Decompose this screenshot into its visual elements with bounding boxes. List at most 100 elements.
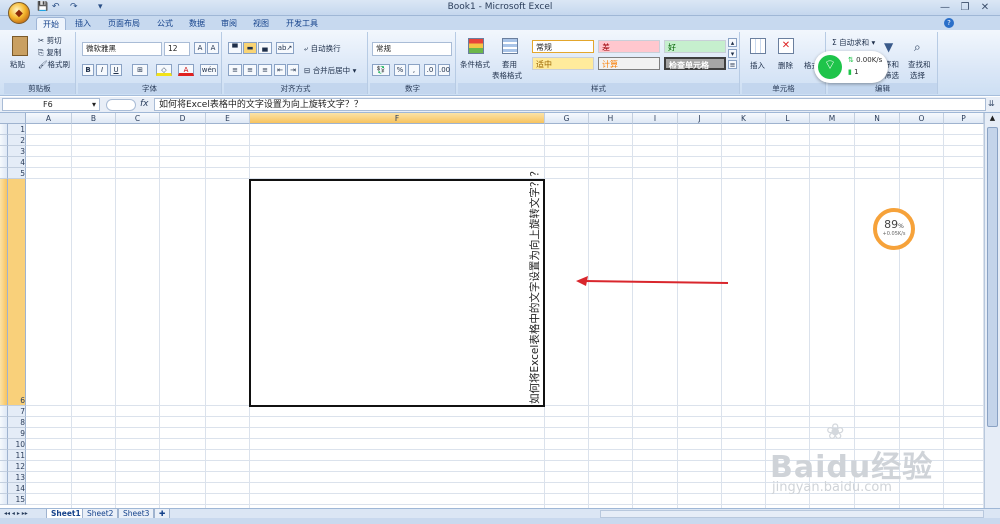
find-select-button[interactable]: 查找和: [908, 59, 931, 70]
restore-button[interactable]: ❐: [956, 1, 974, 14]
copy-button[interactable]: ⎘ 复制: [38, 47, 61, 58]
scroll-thumb[interactable]: [987, 127, 998, 427]
decrease-decimal-button[interactable]: .00: [438, 64, 450, 76]
row-header-10[interactable]: [0, 439, 8, 450]
style-calculation[interactable]: 计算: [598, 57, 660, 70]
network-speed-widget[interactable]: ⌔ ⇅ 0.00K/s ▮ 1: [814, 51, 888, 83]
office-button[interactable]: ◆: [8, 2, 30, 24]
column-header-a[interactable]: A: [26, 113, 72, 124]
align-left-button[interactable]: ≡: [228, 64, 242, 76]
column-header-p[interactable]: P: [944, 113, 984, 124]
tab-developer[interactable]: 开发工具: [282, 17, 322, 31]
format-painter-button[interactable]: 🖌格式刷: [38, 59, 70, 70]
style-bad[interactable]: 差: [598, 40, 660, 53]
font-color-button[interactable]: A: [178, 64, 194, 76]
column-header-e[interactable]: E: [206, 113, 250, 124]
row-header-1[interactable]: [0, 124, 8, 135]
style-good[interactable]: 好: [664, 40, 726, 53]
column-header-g[interactable]: G: [545, 113, 589, 124]
tab-view[interactable]: 视图: [248, 17, 274, 31]
table-format-button[interactable]: 套用: [502, 59, 517, 70]
expand-formula-icon[interactable]: ⇊: [988, 99, 998, 111]
table-format-icon[interactable]: [502, 38, 518, 54]
close-button[interactable]: ✕: [976, 1, 994, 14]
memory-gauge[interactable]: 89% +0.05K/s: [873, 208, 915, 250]
tab-data[interactable]: 数据: [184, 17, 210, 31]
row-header-11[interactable]: [0, 450, 8, 461]
phonetic-button[interactable]: wén: [200, 64, 218, 76]
decrease-indent-button[interactable]: ⇤: [274, 64, 286, 76]
row-header-12[interactable]: [0, 461, 8, 472]
scroll-up-arrow[interactable]: ▲: [986, 114, 999, 125]
border-button[interactable]: ⊞: [132, 64, 148, 76]
row-header-8[interactable]: [0, 417, 8, 428]
autosum-button[interactable]: Σ 自动求和 ▾: [832, 37, 875, 48]
tab-home[interactable]: 开始: [36, 17, 66, 31]
column-header-b[interactable]: B: [72, 113, 116, 124]
sort-filter-icon[interactable]: ▼: [884, 40, 898, 54]
align-center-button[interactable]: ≡: [243, 64, 257, 76]
column-header-i[interactable]: I: [633, 113, 678, 124]
bold-button[interactable]: B: [82, 64, 94, 76]
paste-button[interactable]: 粘贴: [10, 59, 25, 70]
increase-indent-button[interactable]: ⇥: [287, 64, 299, 76]
conditional-format-icon[interactable]: [468, 38, 484, 54]
tab-review[interactable]: 审阅: [216, 17, 242, 31]
row-header-5[interactable]: [0, 168, 8, 179]
delete-cells-icon[interactable]: ✕: [778, 38, 794, 54]
chevron-down-icon[interactable]: ▾: [92, 99, 96, 111]
column-header-m[interactable]: M: [810, 113, 855, 124]
style-check-cell[interactable]: 检查单元格: [664, 57, 726, 70]
row-header-15[interactable]: [0, 494, 8, 505]
column-header-d[interactable]: D: [160, 113, 206, 124]
tab-insert[interactable]: 插入: [70, 17, 96, 31]
row-header-9[interactable]: [0, 428, 8, 439]
table-format-button-2[interactable]: 表格格式: [492, 70, 522, 81]
align-top-button[interactable]: ▀: [228, 42, 242, 54]
row-header-2[interactable]: [0, 135, 8, 146]
increase-decimal-button[interactable]: .0: [424, 64, 436, 76]
percent-button[interactable]: %: [394, 64, 406, 76]
italic-button[interactable]: I: [96, 64, 108, 76]
grow-font-button[interactable]: A: [194, 42, 206, 54]
tab-formulas[interactable]: 公式: [152, 17, 178, 31]
currency-button[interactable]: 💱: [372, 64, 390, 76]
fill-color-button[interactable]: ◇: [156, 64, 172, 76]
horizontal-scrollbar[interactable]: [600, 510, 984, 518]
column-header-f[interactable]: F: [250, 113, 545, 124]
delete-cells-button[interactable]: 删除: [778, 60, 793, 71]
styles-more[interactable]: ≡: [728, 60, 737, 69]
paste-icon[interactable]: [12, 36, 28, 56]
styles-scroll-up[interactable]: ▴: [728, 38, 737, 47]
column-header-c[interactable]: C: [116, 113, 160, 124]
cell-f6[interactable]: [249, 179, 545, 407]
merge-center-button[interactable]: ⊟ 合并后居中 ▾: [304, 65, 356, 76]
column-header-o[interactable]: O: [900, 113, 944, 124]
align-middle-button[interactable]: ▬: [243, 42, 257, 54]
row-header-14[interactable]: [0, 483, 8, 494]
formula-tools[interactable]: [106, 99, 136, 111]
row-header-4[interactable]: [0, 157, 8, 168]
style-neutral[interactable]: 适中: [532, 57, 594, 70]
row-header-3[interactable]: [0, 146, 8, 157]
binoculars-icon[interactable]: ⌕: [914, 40, 930, 54]
row-header-13[interactable]: [0, 472, 8, 483]
wrap-text-button[interactable]: ⤶ 自动换行: [304, 43, 341, 54]
font-name-select[interactable]: 微软雅黑: [82, 42, 162, 56]
underline-button[interactable]: U: [110, 64, 122, 76]
column-header-l[interactable]: L: [766, 113, 810, 124]
column-header-j[interactable]: J: [678, 113, 722, 124]
vertical-scrollbar[interactable]: ▲: [984, 113, 1000, 508]
formula-input[interactable]: 如何将Excel表格中的文字设置为向上旋转文字？？: [154, 98, 986, 111]
align-bottom-button[interactable]: ▄: [258, 42, 272, 54]
column-header-h[interactable]: H: [589, 113, 633, 124]
row-header-7[interactable]: [0, 406, 8, 417]
comma-button[interactable]: ,: [408, 64, 420, 76]
row-header-6[interactable]: [0, 179, 8, 406]
find-select-button-2[interactable]: 选择: [910, 70, 925, 81]
column-header-k[interactable]: K: [722, 113, 766, 124]
minimize-button[interactable]: —: [936, 1, 954, 14]
styles-scroll-down[interactable]: ▾: [728, 49, 737, 58]
cut-button[interactable]: ✂ 剪切: [38, 35, 62, 46]
fx-icon[interactable]: fx: [140, 99, 149, 109]
